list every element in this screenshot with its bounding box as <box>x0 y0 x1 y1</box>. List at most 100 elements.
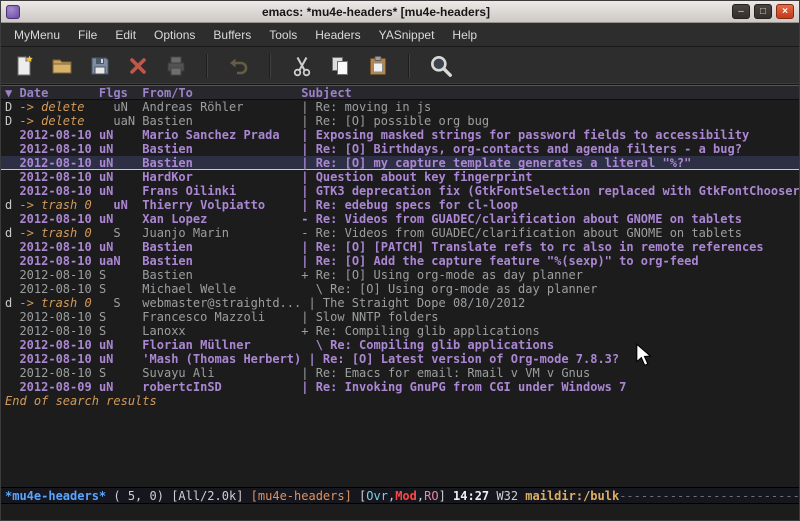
kill-buffer-icon[interactable] <box>123 51 152 80</box>
menu-item-headers[interactable]: Headers <box>306 24 369 46</box>
new-file-icon[interactable] <box>9 51 38 80</box>
message-subject: | Re: Emacs for email: Rmail v VM v Gnus <box>301 366 590 380</box>
modeline-segment: 14:27 <box>453 489 489 503</box>
undo-icon <box>224 51 253 80</box>
message-from: Florian Müllner <box>142 338 301 352</box>
message-subject: | Re: [O] possible org bug <box>301 114 489 128</box>
message-row[interactable]: 2012-08-10 S Suvayu Ali | Re: Emacs for … <box>1 366 799 380</box>
message-date: 2012-08-10 <box>19 366 98 380</box>
message-from: Bastien <box>142 156 301 170</box>
message-from: 'Mash (Thomas Herbert) <box>142 352 308 366</box>
modeline-segment: ----------------------------------------… <box>619 489 799 503</box>
message-row[interactable]: 2012-08-10 uN 'Mash (Thomas Herbert) | R… <box>1 352 799 366</box>
close-button-icon[interactable]: × <box>776 4 794 19</box>
message-row[interactable]: 2012-08-10 S Lanoxx + Re: Compiling glib… <box>1 324 799 338</box>
header-line: ▼ Date Flgs From/To Subject <box>1 85 799 100</box>
message-row[interactable]: 2012-08-10 uN Bastien | Re: [O] my captu… <box>1 156 799 170</box>
open-file-icon[interactable] <box>47 51 76 80</box>
message-from: Bastien <box>142 142 301 156</box>
save-icon[interactable] <box>85 51 114 80</box>
message-mark <box>5 352 19 366</box>
menu-item-tools[interactable]: Tools <box>260 24 306 46</box>
message-subject: | Re: [O] my capture template generates … <box>301 156 691 170</box>
message-subject: | Exposing masked strings for password f… <box>301 128 749 142</box>
menu-item-yasnippet[interactable]: YASnippet <box>370 24 444 46</box>
toolbar-separator <box>408 54 410 78</box>
message-date: 2012-08-10 <box>19 338 98 352</box>
message-date: 2012-08-10 <box>19 310 98 324</box>
message-row[interactable]: 2012-08-10 uN Xan Lopez - Re: Videos fro… <box>1 212 799 226</box>
message-mark <box>5 170 19 184</box>
message-row[interactable]: D -> delete uaN Bastien | Re: [O] possib… <box>1 114 799 128</box>
message-date: -> delete <box>19 114 113 128</box>
emacs-window: emacs: *mu4e-headers* [mu4e-headers] –□×… <box>0 0 800 521</box>
message-from: Bastien <box>142 254 301 268</box>
message-mark: D <box>5 100 19 114</box>
message-row[interactable]: 2012-08-10 S Michael Welle \ Re: [O] Usi… <box>1 282 799 296</box>
message-flags: uN <box>99 352 142 366</box>
message-from: Xan Lopez <box>142 212 301 226</box>
message-mark: D <box>5 114 19 128</box>
paste-icon[interactable] <box>363 51 392 80</box>
modeline-segment: [mu4e-headers] <box>251 489 359 503</box>
cut-icon[interactable] <box>287 51 316 80</box>
menu-item-edit[interactable]: Edit <box>106 24 145 46</box>
title-bar: emacs: *mu4e-headers* [mu4e-headers] –□× <box>1 1 799 23</box>
menu-item-file[interactable]: File <box>69 24 106 46</box>
message-row[interactable]: 2012-08-10 S Bastien + Re: [O] Using org… <box>1 268 799 282</box>
message-row[interactable]: 2012-08-10 uN HardKor | Question about k… <box>1 170 799 184</box>
menu-item-buffers[interactable]: Buffers <box>204 24 260 46</box>
message-flags: S <box>99 366 142 380</box>
message-row[interactable]: d -> trash 0 uN Thierry Volpiatto | Re: … <box>1 198 799 212</box>
message-from: Bastien <box>142 268 301 282</box>
search-icon[interactable] <box>426 51 455 80</box>
message-mark <box>5 366 19 380</box>
minimize-button-icon[interactable]: – <box>732 4 750 19</box>
maximize-button-icon[interactable]: □ <box>754 4 772 19</box>
message-flags: S <box>113 296 142 310</box>
message-row[interactable]: 2012-08-10 uN Bastien | Re: [O] Birthday… <box>1 142 799 156</box>
message-row[interactable]: d -> trash 0 S Juanjo Marin - Re: Videos… <box>1 226 799 240</box>
message-subject: | Re: Invoking GnuPG from CGI under Wind… <box>301 380 626 394</box>
message-date: 2012-08-10 <box>19 352 98 366</box>
modeline-segment: maildir:/bulk <box>525 489 619 503</box>
message-subject: | Re: [O] Birthdays, org-contacts and ag… <box>301 142 742 156</box>
message-date: 2012-08-09 <box>19 380 98 394</box>
modeline-segment: Mod <box>395 489 417 503</box>
menu-item-options[interactable]: Options <box>145 24 204 46</box>
message-row[interactable]: 2012-08-09 uN robertcInSD | Re: Invoking… <box>1 380 799 394</box>
message-row[interactable]: D -> delete uN Andreas Röhler | Re: movi… <box>1 100 799 114</box>
message-subject: | Re: edebug specs for cl-loop <box>301 198 518 212</box>
menu-item-mymenu[interactable]: MyMenu <box>5 24 69 46</box>
message-subject: + Re: [O] Using org-mode as day planner <box>301 268 583 282</box>
message-mark <box>5 310 19 324</box>
message-from: Bastien <box>142 114 301 128</box>
message-mark <box>5 254 19 268</box>
message-row[interactable]: 2012-08-10 uaN Bastien | Re: [O] Add the… <box>1 254 799 268</box>
modeline-segment: RO <box>424 489 438 503</box>
message-flags: S <box>99 282 142 296</box>
message-row[interactable]: 2012-08-10 uN Florian Müllner \ Re: Comp… <box>1 338 799 352</box>
echo-area <box>1 504 799 520</box>
modeline-segment: ( 5, 0) <box>106 489 171 503</box>
message-row[interactable]: d -> trash 0 S webmaster@straightd... | … <box>1 296 799 310</box>
message-flags: uN <box>99 212 142 226</box>
message-flags: uaN <box>113 114 142 128</box>
message-row[interactable]: 2012-08-10 uN Mario Sanchez Prada | Expo… <box>1 128 799 142</box>
message-flags: uN <box>99 338 142 352</box>
modeline-segment: Ovr <box>366 489 388 503</box>
print-icon <box>161 51 190 80</box>
message-subject: \ Re: Compiling glib applications <box>301 338 554 352</box>
message-date: -> delete <box>19 100 113 114</box>
message-flags: uN <box>99 170 142 184</box>
message-mark <box>5 128 19 142</box>
message-flags: uN <box>99 128 142 142</box>
copy-icon[interactable] <box>325 51 354 80</box>
message-row[interactable]: 2012-08-10 uN Frans Oilinki | GTK3 depre… <box>1 184 799 198</box>
message-from: Francesco Mazzoli <box>142 310 301 324</box>
message-row[interactable]: 2012-08-10 uN Bastien | Re: [O] [PATCH] … <box>1 240 799 254</box>
menu-item-help[interactable]: Help <box>443 24 486 46</box>
message-mark <box>5 240 19 254</box>
message-date: -> trash 0 <box>19 198 113 212</box>
message-row[interactable]: 2012-08-10 S Francesco Mazzoli | Slow NN… <box>1 310 799 324</box>
